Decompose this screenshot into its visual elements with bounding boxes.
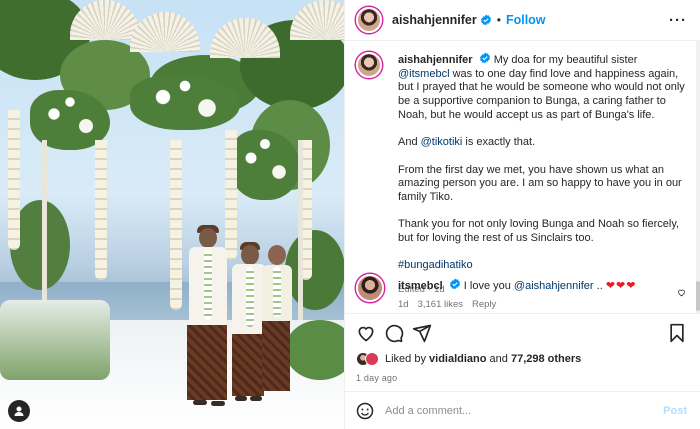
add-comment-input[interactable] [385,404,655,417]
likes-summary: Liked by vidialdiano and 77,298 others [356,352,581,366]
photo-hanging-leaves [225,130,237,260]
caption-text-segment: is exactly that. [462,136,536,149]
comment-age[interactable]: 1d [398,299,409,310]
likes-text: Liked by vidialdiano and 77,298 others [385,353,581,365]
comment-icon[interactable] [384,323,404,343]
caption-hashtag-line: #bungadihatiko [398,259,686,273]
commenter-username[interactable]: itsmebcl [398,280,443,292]
user-tag-icon[interactable] [8,400,30,422]
photo-hanging-leaves [95,140,107,280]
comment-text-segment: .. [593,280,606,292]
caption-paragraph-4: Thank you for not only loving Bunga and … [398,218,680,245]
user-tag-glyph [14,406,24,416]
comments-scrollbar[interactable] [696,41,700,313]
mention-link[interactable]: @tikotiki [421,136,463,148]
comments-section: aishahjennifer My doa for my beautiful s… [345,41,697,313]
mention-link[interactable]: @aishahjennifer [514,280,594,292]
caption-paragraph-2: And @tikotiki is exactly that. [398,136,686,150]
caption-text-segment: My doa for my beautiful sister [493,54,638,66]
photo-fan [290,0,344,40]
author-avatar[interactable] [356,7,382,33]
comment-like-heart-icon[interactable] [677,288,686,297]
photo-hanging-leaves [8,110,20,250]
hashtag-link[interactable]: #bungadihatiko [398,259,473,271]
author-username[interactable]: aishahjennifer [392,13,477,27]
post-time[interactable]: 1 day ago [356,373,397,383]
caption-avatar[interactable] [356,52,382,78]
heart-icon[interactable] [356,323,376,343]
post-comment-button[interactable]: Post [663,405,687,417]
liker-username[interactable]: vidialdiano [429,353,486,365]
photo-table-flowers [0,300,110,380]
caption-text: aishahjennifer My doa for my beautiful s… [398,52,686,297]
comment-item: itsmebcl I love you @aishahjennifer .. ❤… [356,274,686,310]
verified-icon [449,278,460,290]
post-side-panel: aishahjennifer • Follow ··· aishahjennif… [344,0,700,429]
save-icon[interactable] [667,323,687,343]
caption-paragraph-1: aishahjennifer My doa for my beautiful s… [398,52,686,123]
photo-arch-post [42,140,47,320]
likes-prefix: Liked by [385,353,430,365]
comment-text: itsmebcl I love you @aishahjennifer .. ❤… [398,274,686,293]
post-caption: aishahjennifer My doa for my beautiful s… [356,52,686,297]
verified-icon [480,14,491,26]
share-icon[interactable] [412,323,432,343]
more-icon[interactable]: ··· [669,12,687,29]
comment-likes[interactable]: 3,161 likes [418,299,463,310]
verified-icon [479,52,490,64]
liker-avatar[interactable] [365,352,379,366]
post-photo[interactable] [0,0,344,429]
caption-paragraph-3: From the first day we met, you have show… [398,163,682,203]
caption-text-segment: And [398,136,421,149]
photo-arch-post [298,140,303,320]
likes-mid: and [486,353,511,365]
caption-author[interactable]: aishahjennifer [398,54,473,66]
add-comment-bar: Post [345,391,700,429]
photo-fan [130,12,200,52]
comment-meta: 1d 3,161 likes Reply [398,299,686,310]
scrollbar-thumb[interactable] [696,281,700,311]
photo-fan [70,0,140,40]
heart-emojis: ❤❤❤ [605,280,637,292]
header-separator: • [496,13,501,27]
emoji-icon[interactable] [356,402,374,420]
photo-hanging-leaves [170,140,182,310]
action-bar [345,313,700,351]
photo-foliage [285,230,344,310]
likes-count[interactable]: 77,298 others [511,353,581,365]
reply-button[interactable]: Reply [472,299,496,310]
follow-button[interactable]: Follow [506,13,546,27]
mention-link[interactable]: @itsmebcl [398,68,450,80]
post-header: aishahjennifer • Follow ··· [345,0,700,41]
commenter-avatar[interactable] [356,274,384,302]
comment-text-segment: I love you [463,280,514,292]
